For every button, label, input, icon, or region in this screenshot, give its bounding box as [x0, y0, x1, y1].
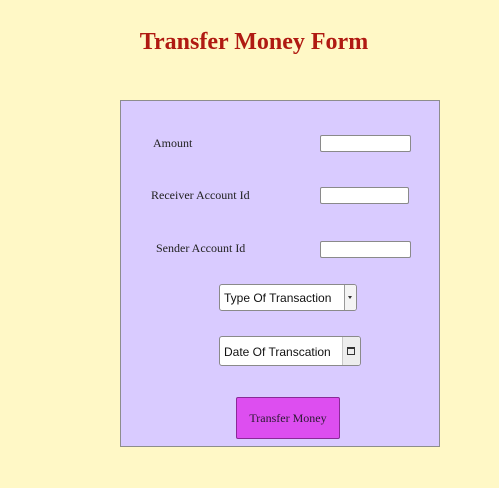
transfer-form: Amount Receiver Account Id Sender Accoun…: [120, 100, 440, 447]
transaction-type-select[interactable]: Type Of Transaction: [219, 284, 357, 311]
calendar-icon: [347, 347, 355, 355]
sender-account-input[interactable]: [320, 241, 411, 258]
chevron-down-icon: [348, 296, 352, 299]
transaction-date-value: Date Of Transcation: [224, 345, 331, 359]
sender-account-label: Sender Account Id: [156, 241, 246, 255]
receiver-account-input[interactable]: [320, 187, 409, 204]
transaction-type-value: Type Of Transaction: [224, 291, 332, 305]
select-dropdown-button[interactable]: [344, 285, 356, 310]
page-title: Transfer Money Form: [139, 29, 369, 55]
transaction-date-input[interactable]: Date Of Transcation: [219, 336, 361, 366]
amount-input[interactable]: [320, 135, 411, 152]
receiver-account-label: Receiver Account Id: [151, 188, 250, 202]
date-picker-button[interactable]: [342, 337, 360, 365]
transfer-money-button[interactable]: Transfer Money: [236, 397, 340, 439]
amount-label: Amount: [153, 136, 193, 150]
